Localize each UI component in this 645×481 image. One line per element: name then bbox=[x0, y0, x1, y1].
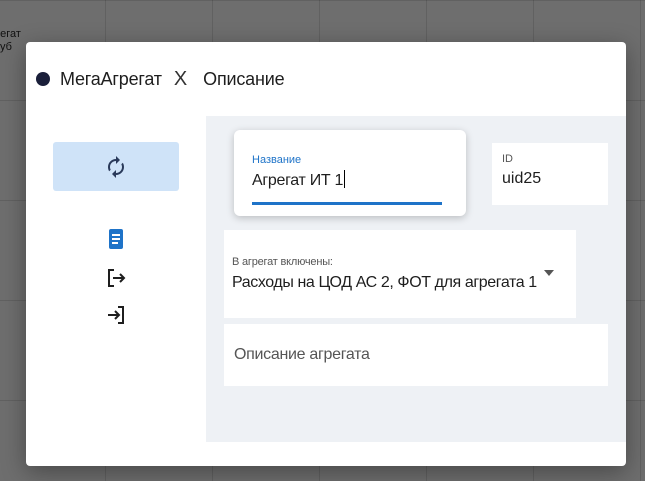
document-icon bbox=[109, 229, 123, 249]
name-field[interactable]: Название Агрегат ИТ 1 bbox=[234, 130, 466, 216]
dropdown-arrow-icon[interactable] bbox=[544, 270, 554, 276]
status-dot bbox=[36, 72, 50, 86]
sync-icon bbox=[108, 155, 124, 178]
form-panel: ID uid25 Название Агрегат ИТ 1 В агрегат… bbox=[206, 116, 626, 442]
sidebar-item-sync[interactable] bbox=[53, 142, 179, 191]
aggregate-dialog: МегаАгрегат X Описание ID uid25 Название… bbox=[26, 42, 626, 466]
sidebar bbox=[26, 116, 206, 466]
sidebar-item-export[interactable] bbox=[105, 267, 127, 289]
id-value: uid25 bbox=[502, 170, 542, 187]
name-value-text: Агрегат ИТ 1 bbox=[252, 172, 344, 189]
section-title: Описание bbox=[203, 68, 285, 89]
text-cursor bbox=[344, 170, 346, 188]
included-label: В агрегат включены: bbox=[232, 256, 333, 268]
name-value[interactable]: Агрегат ИТ 1 bbox=[252, 170, 346, 190]
description-field[interactable] bbox=[224, 324, 608, 386]
included-select[interactable]: В агрегат включены: Расходы на ЦОД АС 2,… bbox=[224, 230, 576, 318]
sidebar-item-document[interactable] bbox=[105, 228, 127, 250]
name-label: Название bbox=[252, 154, 302, 166]
close-button[interactable]: X bbox=[174, 69, 187, 89]
focus-underline bbox=[252, 202, 442, 205]
description-input[interactable] bbox=[224, 324, 608, 386]
id-label: ID bbox=[502, 153, 513, 165]
app-title: МегаАгрегат bbox=[60, 68, 162, 89]
dialog-header: МегаАгрегат X Описание bbox=[26, 42, 626, 116]
logout-icon bbox=[108, 269, 126, 287]
login-icon bbox=[108, 306, 124, 324]
included-value: Расходы на ЦОД АС 2, ФОТ для агрегата 1 bbox=[232, 274, 537, 291]
id-field[interactable]: ID uid25 bbox=[492, 143, 608, 205]
sidebar-item-import[interactable] bbox=[105, 304, 127, 326]
background-text-line: регат bbox=[0, 28, 21, 40]
